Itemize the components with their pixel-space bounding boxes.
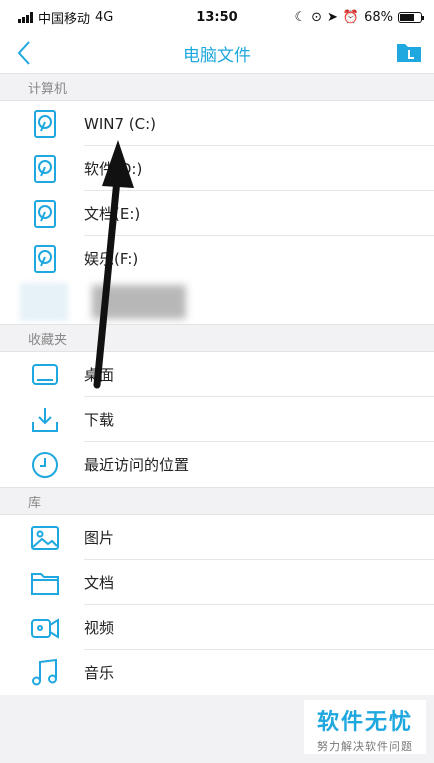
watermark-subtitle: 努力解决软件问题 — [317, 740, 413, 753]
download-icon — [32, 408, 58, 432]
list-item-drive-c[interactable]: WIN7 (C:) — [0, 101, 434, 146]
list-item-downloads[interactable]: 下载 — [0, 397, 434, 442]
folder-icon[interactable] — [396, 41, 422, 63]
redacted-text — [92, 285, 186, 319]
video-icon — [31, 618, 59, 639]
page-title: 电脑文件 — [183, 46, 251, 66]
hard-drive-icon — [34, 200, 56, 228]
rotation-lock-icon: ⊙ — [311, 9, 322, 25]
list-item-pictures[interactable]: 图片 — [0, 515, 434, 560]
hard-drive-icon — [34, 155, 56, 183]
status-right: ☾ ⊙ ➤ ⏰ 68% — [294, 10, 434, 25]
carrier-label: 中国移动 — [38, 11, 91, 27]
watermark: 软件无忧 努力解决软件问题 — [304, 700, 426, 754]
list-item-drive-f[interactable]: 娱乐(F:) — [0, 236, 434, 281]
list-item-videos[interactable]: 视频 — [0, 605, 434, 650]
list-item-recent[interactable]: 最近访问的位置 — [0, 442, 434, 487]
moon-icon: ☾ — [294, 9, 307, 25]
desktop-icon — [32, 364, 58, 385]
item-label: 文档 — [84, 574, 115, 592]
section-header-computer: 计算机 — [0, 73, 434, 101]
status-bar: 中国移动 4G 13:50 ☾ ⊙ ➤ ⏰ 68% — [0, 0, 434, 34]
watermark-title: 软件无忧 — [316, 710, 413, 735]
location-icon: ➤ — [327, 9, 338, 25]
item-label: 音乐 — [84, 664, 115, 682]
list-item-music[interactable]: 音乐 — [0, 650, 434, 695]
battery-icon — [398, 11, 424, 23]
music-icon — [32, 658, 57, 686]
hard-drive-icon — [34, 245, 56, 273]
item-label: 下载 — [84, 411, 115, 429]
list-item-desktop[interactable]: 桌面 — [0, 352, 434, 397]
item-label: 桌面 — [84, 366, 115, 384]
list-item-drive-e[interactable]: 文档(E:) — [0, 191, 434, 236]
network-label: 4G — [95, 9, 114, 25]
item-label: 图片 — [84, 529, 115, 547]
alarm-icon: ⏰ — [342, 9, 360, 25]
folder-icon — [31, 573, 59, 595]
battery-fill — [400, 13, 414, 21]
chevron-left-icon[interactable] — [14, 38, 36, 68]
list-item-drive-d[interactable]: 软件(D:) — [0, 146, 434, 191]
list-item-documents[interactable]: 文档 — [0, 560, 434, 605]
item-label: 娱乐(F:) — [84, 250, 139, 268]
hard-drive-icon — [34, 110, 56, 138]
item-label: 文档(E:) — [84, 205, 141, 223]
item-label: 最近访问的位置 — [84, 456, 190, 474]
item-label: WIN7 (C:) — [84, 114, 157, 133]
status-left: 中国移动 4G — [0, 8, 113, 27]
section-header-library: 库 — [0, 487, 434, 515]
clock-icon — [32, 452, 58, 478]
redacted-icon — [20, 283, 68, 321]
item-label: 软件(D:) — [84, 160, 143, 178]
item-label: 视频 — [84, 619, 115, 637]
image-icon — [31, 526, 59, 550]
section-header-favorites: 收藏夹 — [0, 324, 434, 352]
battery-percent: 68% — [364, 9, 393, 25]
nav-bar: 电脑文件 — [0, 34, 434, 73]
signal-icon — [18, 11, 33, 23]
